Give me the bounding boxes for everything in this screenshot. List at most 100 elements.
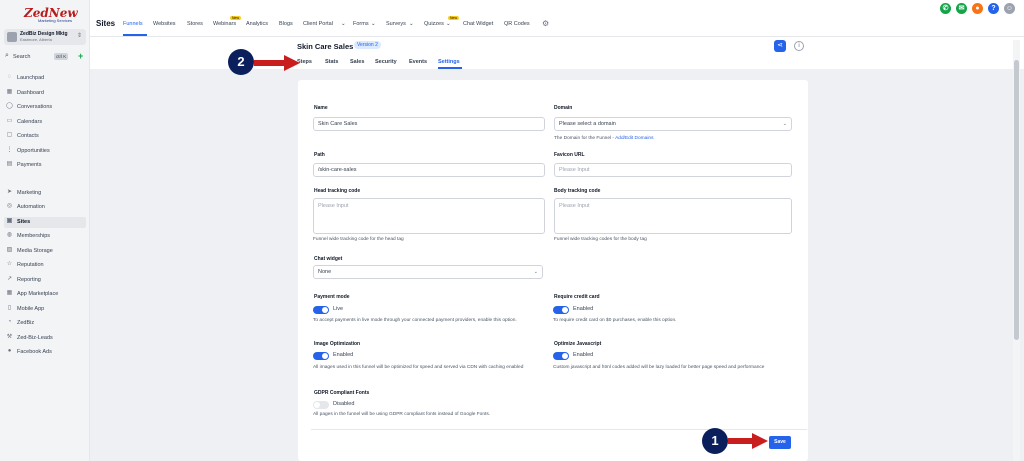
phone-icon[interactable]: ✆	[940, 3, 951, 14]
chat-widget-select[interactable]: None ⌄	[313, 265, 543, 279]
sidebar-item-label: ZedBiz	[17, 320, 35, 326]
page-title: Sites	[96, 19, 116, 28]
grid-icon: ▦	[6, 290, 13, 296]
top-nav-forms[interactable]: Forms	[353, 21, 369, 27]
payment-mode-label: Payment mode	[314, 294, 350, 300]
body-code-help: Funnel wide tracking codes for the body …	[554, 237, 647, 242]
chevron-down-icon[interactable]: ⌄	[409, 21, 414, 27]
top-nav-blogs[interactable]: Blogs	[279, 21, 293, 27]
save-button[interactable]: Save	[769, 436, 791, 449]
share-button[interactable]: ⋖	[774, 40, 786, 52]
sidebar-item-conversations[interactable]: ◯ Conversations	[4, 102, 86, 113]
gear-icon[interactable]: ⚙	[542, 19, 549, 28]
sidebar-item-label: Zed-Biz-Leads	[17, 335, 53, 341]
tab-security[interactable]: Security	[375, 59, 397, 65]
scrollbar-thumb[interactable]	[1014, 60, 1019, 340]
active-tab-underline	[123, 34, 147, 36]
sidebar-item-label: Conversations	[17, 104, 53, 110]
add-edit-domains-link[interactable]: Add/Edit Domains	[615, 136, 653, 141]
sidebar-item-opportunities[interactable]: ⋮ Opportunities	[4, 146, 86, 157]
top-nav-funnels[interactable]: Funnels	[123, 21, 143, 27]
top-bar: Sites Funnels Websites Stores Webinars N…	[90, 13, 1024, 37]
sidebar-item-contacts[interactable]: ▢ Contacts	[4, 131, 86, 142]
sidebar-item-sites[interactable]: ▣ Sites	[4, 217, 86, 228]
notification-icon[interactable]: ●	[972, 3, 983, 14]
top-nav-chat-widget[interactable]: Chat Widget	[463, 21, 493, 27]
image-opt-toggle[interactable]	[313, 352, 329, 360]
name-input[interactable]: Skin Care Sales	[313, 117, 545, 131]
sidebar-item-marketing[interactable]: ➤ Marketing	[4, 188, 86, 199]
sidebar-item-zedbiz[interactable]: ◔ ZedBiz	[4, 318, 86, 329]
sidebar-item-label: Media Storage	[17, 248, 53, 254]
info-icon[interactable]: i	[794, 41, 804, 51]
search-icon: ⌕	[5, 52, 9, 59]
favicon-input[interactable]: Please Input	[554, 163, 792, 177]
sidebar-item-label: Launchpad	[17, 75, 45, 81]
top-nav-quizzes[interactable]: Quizzes	[424, 21, 444, 27]
sidebar-item-reporting[interactable]: ↗ Reporting	[4, 275, 86, 286]
step-2-marker: 2	[228, 49, 254, 75]
account-switcher[interactable]: ZedBiz Design Mktg Eastmore, Alberta ⇕	[4, 29, 86, 45]
tab-events[interactable]: Events	[409, 59, 427, 65]
search-shortcut: ctrl K	[54, 53, 69, 60]
chevron-down-icon[interactable]: ⌄	[341, 21, 346, 27]
body-code-label: Body tracking code	[554, 188, 601, 194]
credit-card-label: Require credit card	[554, 294, 600, 300]
tab-stats[interactable]: Stats	[325, 59, 338, 65]
top-nav-surveys[interactable]: Surveys	[386, 21, 406, 27]
account-location: Eastmore, Alberta	[20, 37, 52, 42]
head-code-label: Head tracking code	[314, 188, 361, 194]
contacts-icon: ▢	[6, 132, 13, 138]
sidebar-item-automation[interactable]: ◎ Automation	[4, 202, 86, 213]
domain-help: The Domain for the Funnel - Add/Edit Dom…	[554, 135, 653, 142]
sidebar-item-zed-biz-leads[interactable]: ⚒ Zed-Biz-Leads	[4, 333, 86, 344]
sidebar-item-launchpad[interactable]: ◌ Launchpad	[4, 73, 86, 84]
brand-logo[interactable]: ZedNew Marketing Services	[14, 4, 78, 26]
sidebar-item-calendars[interactable]: ▭ Calendars	[4, 117, 86, 128]
chevron-down-icon[interactable]: ⌄	[371, 21, 376, 27]
path-input[interactable]: /skin-care-sales	[313, 163, 545, 177]
head-code-textarea[interactable]: Please Input	[313, 198, 545, 234]
top-nav-stores[interactable]: Stores	[187, 21, 203, 27]
domain-select[interactable]: Please select a domain ⌄	[554, 117, 792, 131]
main-area: Skin Care Sales Version 2 Steps Stats Sa…	[90, 37, 1024, 461]
sidebar-search[interactable]: ⌕ Search ctrl K +	[4, 51, 86, 63]
calendar-icon: ▭	[6, 118, 13, 124]
quick-add-icon[interactable]: +	[78, 51, 83, 61]
media-icon: ▨	[6, 247, 13, 253]
sidebar-item-facebook-ads[interactable]: ● Facebook Ads	[4, 347, 86, 358]
rocket-icon: ◌	[7, 74, 12, 80]
top-nav-webinars[interactable]: Webinars	[213, 21, 236, 27]
sidebar-item-media-storage[interactable]: ▨ Media Storage	[4, 246, 86, 257]
tab-sales[interactable]: Sales	[350, 59, 364, 65]
mobile-icon: ▯	[7, 305, 12, 311]
payment-mode-toggle[interactable]	[313, 306, 329, 314]
sidebar-item-label: Reporting	[17, 277, 41, 283]
top-nav-analytics[interactable]: Analytics	[246, 21, 268, 27]
sidebar-item-memberships[interactable]: ◍ Memberships	[4, 231, 86, 242]
top-nav-client-portal[interactable]: Client Portal	[303, 21, 333, 27]
top-nav-qr-codes[interactable]: QR Codes	[504, 21, 530, 27]
sidebar-item-mobile-app[interactable]: ▯ Mobile App	[4, 304, 86, 315]
js-opt-toggle[interactable]	[553, 352, 569, 360]
domain-select-value: Please select a domain	[559, 121, 616, 127]
chat-widget-label: Chat widget	[314, 256, 343, 262]
chevron-down-icon[interactable]: ⌄	[446, 21, 451, 27]
top-nav-websites[interactable]: Websites	[153, 21, 176, 27]
sidebar-item-dashboard[interactable]: ▦ Dashboard	[4, 88, 86, 99]
user-avatar[interactable]: ☺	[1004, 3, 1015, 14]
sidebar-item-label: Automation	[17, 204, 45, 210]
step-1-marker: 1	[702, 428, 728, 454]
credit-card-toggle[interactable]	[553, 306, 569, 314]
sidebar-item-label: Marketing	[17, 190, 42, 196]
help-icon[interactable]: ?	[988, 3, 999, 14]
tab-settings[interactable]: Settings	[438, 59, 460, 65]
sidebar-item-label: Memberships	[17, 233, 51, 239]
body-code-textarea[interactable]: Please Input	[554, 198, 792, 234]
gdpr-toggle[interactable]	[313, 401, 329, 409]
sidebar-item-app-marketplace[interactable]: ▦ App Marketplace	[4, 289, 86, 300]
sidebar-item-reputation[interactable]: ☆ Reputation	[4, 260, 86, 271]
sidebar-item-payments[interactable]: ▤ Payments	[4, 160, 86, 171]
sidebar-item-label: Mobile App	[17, 306, 45, 312]
megaphone-icon[interactable]: ✉	[956, 3, 967, 14]
